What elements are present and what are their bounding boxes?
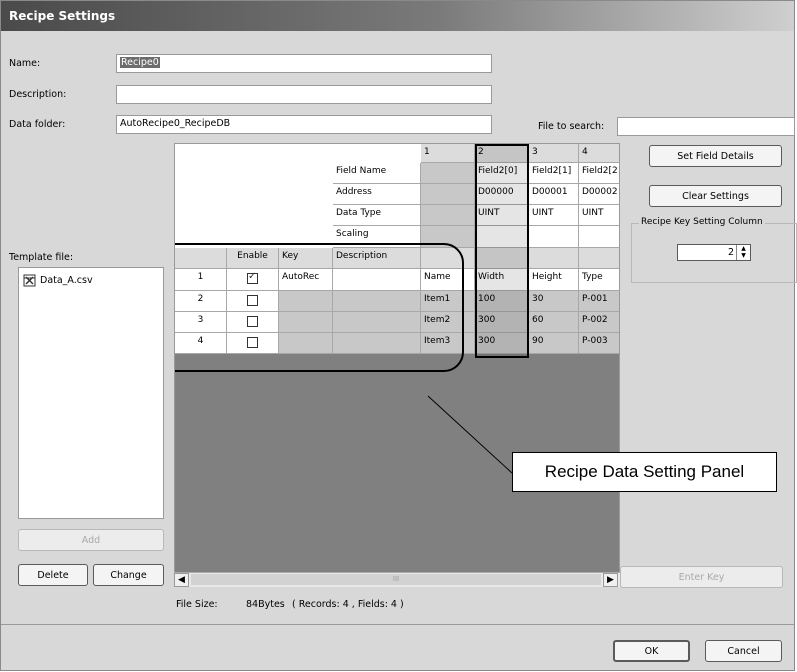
template-file-label: Template file:: [9, 252, 74, 263]
data-folder-label: Data folder:: [9, 119, 66, 130]
grid-horizontal-scrollbar[interactable]: ◀ III ▶: [174, 572, 620, 587]
record-value-cell[interactable]: 90: [529, 333, 579, 354]
delete-button[interactable]: Delete: [18, 564, 88, 586]
file-size-label: File Size:: [176, 599, 218, 610]
recipe-data-grid[interactable]: 1 2 3 4 Field Name Address Data Type Sca…: [174, 143, 620, 587]
address-cell[interactable]: D00001: [529, 184, 579, 205]
record-value-cell[interactable]: Height: [529, 269, 579, 291]
address-row-label: Address: [333, 184, 421, 205]
name-input[interactable]: Recipe0: [116, 54, 492, 73]
data-type-cell[interactable]: UINT: [529, 205, 579, 226]
field-name-cell[interactable]: [421, 163, 475, 184]
field-column-header: [579, 248, 619, 269]
records-annotation-outline: [175, 243, 464, 372]
title-bar: Recipe Settings: [1, 1, 794, 31]
scaling-cell[interactable]: [529, 226, 579, 248]
record-value-cell[interactable]: 60: [529, 312, 579, 333]
file-search-input[interactable]: [617, 117, 795, 136]
recipe-settings-dialog: Recipe Settings Name: Recipe0 Descriptio…: [0, 0, 797, 671]
change-button-label: Change: [110, 569, 147, 581]
column-number-4[interactable]: 4: [579, 144, 619, 163]
recipe-key-column-label: Recipe Key Setting Column: [639, 217, 765, 227]
recipe-key-column-spinner[interactable]: 2 ▲ ▼: [677, 244, 751, 261]
scroll-right-icon[interactable]: ▶: [603, 573, 618, 587]
template-file-item[interactable]: Data_A.csv: [23, 274, 93, 287]
field-column-header: [529, 248, 579, 269]
column-number-1[interactable]: 1: [421, 144, 475, 163]
field-name-cell[interactable]: Field2[1]: [529, 163, 579, 184]
recipe-data-panel-callout: Recipe Data Setting Panel: [512, 452, 777, 492]
footer-separator: [1, 624, 794, 625]
set-field-details-button[interactable]: Set Field Details: [649, 145, 782, 167]
column-number-3[interactable]: 3: [529, 144, 579, 163]
add-button[interactable]: Add: [18, 529, 164, 551]
spinner-arrows-icon[interactable]: ▲ ▼: [736, 245, 750, 260]
data-folder-input[interactable]: AutoRecipe0_RecipeDB: [116, 115, 492, 134]
selected-column-highlight: [475, 144, 529, 358]
data-type-cell[interactable]: UINT: [579, 205, 619, 226]
scroll-left-icon[interactable]: ◀: [174, 573, 189, 587]
description-input[interactable]: [116, 85, 492, 104]
description-label: Description:: [9, 89, 67, 100]
name-value: Recipe0: [120, 57, 160, 68]
file-size-value: 84Bytes: [246, 599, 285, 610]
record-value-cell[interactable]: P-003: [579, 333, 619, 354]
template-file-name: Data_A.csv: [40, 275, 93, 286]
enter-key-button[interactable]: Enter Key: [620, 566, 783, 588]
records-info: ( Records: 4 , Fields: 4 ): [292, 599, 404, 610]
delete-button-label: Delete: [37, 569, 69, 581]
template-file-list[interactable]: Data_A.csv: [18, 267, 164, 519]
data-type-cell[interactable]: [421, 205, 475, 226]
cancel-button[interactable]: Cancel: [705, 640, 782, 662]
record-value-cell[interactable]: P-001: [579, 291, 619, 312]
name-label: Name:: [9, 58, 41, 69]
data-type-row-label: Data Type: [333, 205, 421, 226]
ok-button[interactable]: OK: [613, 640, 690, 662]
csv-file-icon: [23, 274, 36, 287]
field-name-row-label: Field Name: [333, 163, 421, 184]
record-value-cell[interactable]: Type: [579, 269, 619, 291]
scroll-thumb-grip: III: [392, 575, 400, 583]
field-name-cell[interactable]: Field2[2: [579, 163, 619, 184]
record-value-cell[interactable]: 30: [529, 291, 579, 312]
change-button[interactable]: Change: [93, 564, 164, 586]
scaling-cell[interactable]: [579, 226, 619, 248]
add-button-label: Add: [81, 534, 101, 546]
dialog-title: Recipe Settings: [9, 9, 116, 23]
clear-settings-button[interactable]: Clear Settings: [649, 185, 782, 207]
address-cell[interactable]: D00002: [579, 184, 619, 205]
address-cell[interactable]: [421, 184, 475, 205]
record-value-cell[interactable]: P-002: [579, 312, 619, 333]
scroll-thumb[interactable]: III: [191, 574, 601, 585]
recipe-key-column-value: 2: [727, 247, 734, 258]
file-search-label: File to search:: [538, 121, 605, 132]
